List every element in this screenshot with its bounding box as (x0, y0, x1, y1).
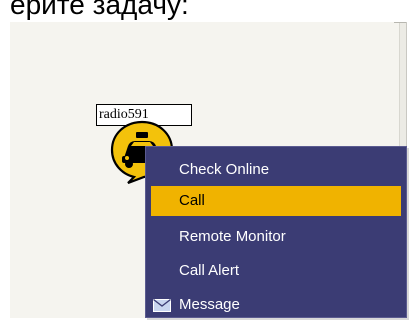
envelope-icon (153, 299, 171, 312)
menu-item-label: Check Online (179, 161, 270, 178)
menu-item-call[interactable]: Call (151, 186, 401, 216)
menu-item-label: Remote Monitor (179, 228, 286, 245)
screenshot-root: ерите задачу: radio591 Check Online Call… (0, 0, 409, 322)
menu-item-check-online[interactable]: Check Online (151, 155, 401, 185)
menu-item-message[interactable]: Message (151, 290, 401, 320)
menu-item-label: Message (179, 296, 240, 313)
menu-item-label: Call Alert (179, 262, 240, 279)
context-menu: Check Online Call Remote Monitor Call Al… (145, 146, 407, 318)
menu-item-call-alert[interactable]: Call Alert (151, 256, 401, 286)
caption-text: ерите задачу: (10, 0, 189, 20)
map-edge-line (394, 22, 406, 23)
menu-item-remote-monitor[interactable]: Remote Monitor (151, 222, 401, 252)
menu-item-label: Call (179, 192, 205, 209)
